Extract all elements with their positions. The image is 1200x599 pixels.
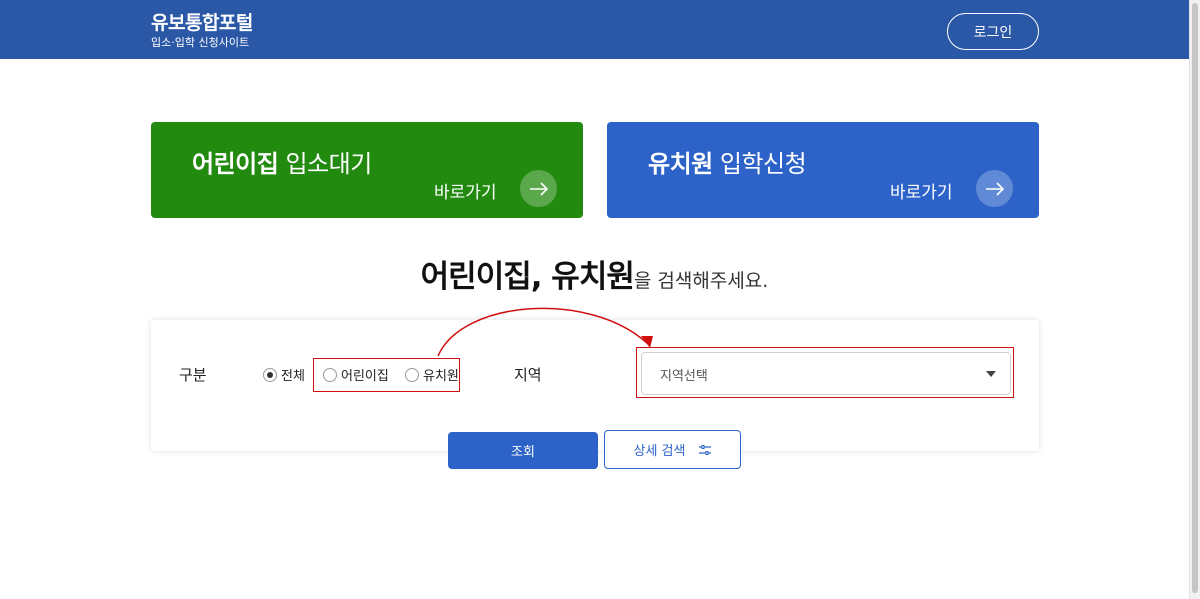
radio-all-circle[interactable]: [263, 367, 277, 382]
radio-kindergarten-label: 유치원: [423, 369, 459, 384]
kindergarten-card-link-text: 바로가기: [890, 183, 953, 203]
region-select-value: 지역선택: [660, 369, 708, 384]
daycare-waitlist-card[interactable]: 어린이집 입소대기 바로가기: [151, 122, 583, 218]
radio-kindergarten[interactable]: 유치원: [405, 365, 459, 384]
arrow-right-icon[interactable]: [976, 170, 1013, 207]
radio-daycare-label: 어린이집: [341, 369, 389, 384]
scrollbar-thumb[interactable]: [1192, 3, 1198, 593]
top-header: 유보통합포털 입소·입학 신청사이트 로그인: [0, 0, 1189, 59]
caret-down-icon: [986, 371, 996, 377]
radio-daycare[interactable]: 어린이집: [323, 365, 389, 384]
site-title[interactable]: 유보통합포털: [151, 8, 253, 35]
detail-search-label: 상세 검색: [633, 444, 686, 459]
daycare-card-title: 어린이집 입소대기: [192, 150, 372, 178]
arrow-right-icon[interactable]: [520, 170, 557, 207]
type-label: 구분: [179, 366, 207, 384]
site-subtitle: 입소·입학 신청사이트: [151, 36, 250, 49]
kindergarten-card-title: 유치원 입학신청: [648, 150, 807, 178]
radio-kindergarten-circle[interactable]: [405, 367, 419, 382]
region-label: 지역: [514, 366, 542, 384]
radio-daycare-circle[interactable]: [323, 367, 337, 382]
annotation-arrow: [437, 307, 653, 357]
daycare-card-link-text: 바로가기: [434, 183, 497, 203]
filter-sliders-icon: [699, 444, 712, 455]
search-heading-strong: 어린이집, 유치원: [420, 259, 635, 295]
search-button[interactable]: 조회: [448, 432, 598, 469]
search-heading: 어린이집, 유치원을 검색해주세요.: [0, 251, 1189, 296]
detail-search-button[interactable]: 상세 검색: [604, 430, 741, 469]
kindergarten-apply-card[interactable]: 유치원 입학신청 바로가기: [607, 122, 1039, 218]
region-select[interactable]: 지역선택: [641, 352, 1011, 395]
page-scrollbar[interactable]: [1189, 0, 1200, 599]
radio-all-label: 전체: [281, 369, 305, 384]
radio-all[interactable]: 전체: [263, 365, 305, 384]
login-button[interactable]: 로그인: [947, 13, 1039, 50]
search-heading-rest: 을 검색해주세요.: [633, 270, 769, 292]
